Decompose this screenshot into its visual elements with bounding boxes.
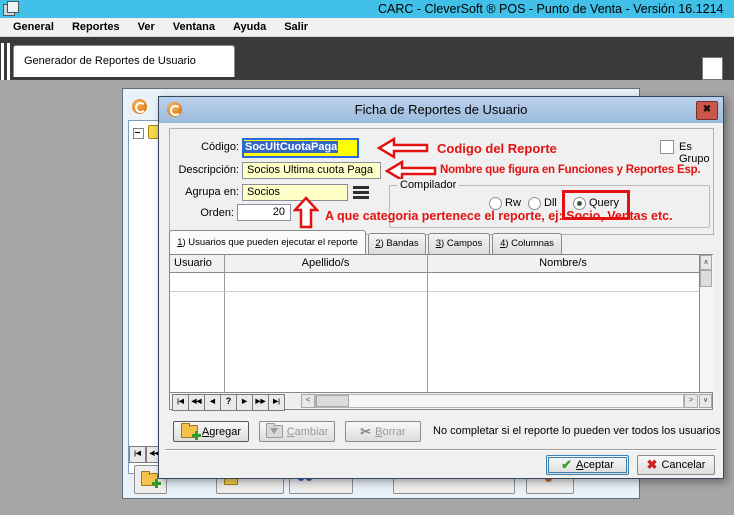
scroll-up-icon[interactable]: ∧ xyxy=(700,255,712,270)
selected-text: SocUltCuotaPaga xyxy=(244,141,338,153)
annotation-descripcion: Nombre que figura en Funciones y Reporte… xyxy=(440,164,700,176)
splitter-bar[interactable] xyxy=(7,43,10,80)
splitter-bar[interactable] xyxy=(1,43,4,80)
divider xyxy=(165,449,716,451)
nav-last-button[interactable]: ▶| xyxy=(268,394,285,411)
red-arrow-left-icon xyxy=(377,137,429,159)
users-hint-text: No completar si el reporte lo pueden ver… xyxy=(433,425,720,437)
radio-rw-label: Rw xyxy=(505,197,521,209)
app-window-icon xyxy=(3,1,18,15)
column-header-nombres[interactable]: Nombre/s xyxy=(427,255,699,273)
mdi-tab-band: Generador de Reportes de Usuario xyxy=(0,37,734,80)
grid-navigator-row: |◀ ◀◀ ◀ ? ▶ ▶▶ ▶| < > ∨ xyxy=(170,392,712,409)
tab-columnas[interactable]: 4) Columnas xyxy=(492,233,562,254)
mdi-tab-generador-reportes[interactable]: Generador de Reportes de Usuario xyxy=(13,45,235,77)
nav-prior-page-button[interactable]: ◀◀ xyxy=(188,394,205,411)
nav-prior-button[interactable]: ◀ xyxy=(204,394,221,411)
change-icon xyxy=(266,425,283,438)
scroll-left-icon[interactable]: < xyxy=(301,394,315,408)
nav-first-button[interactable]: |◀ xyxy=(172,394,189,411)
ficha-reportes-dialog: Ficha de Reportes de Usuario ✖ Código: S… xyxy=(158,96,724,479)
screen: CARC - CleverSoft ® POS - Punto de Venta… xyxy=(0,0,734,515)
row-divider xyxy=(170,291,699,292)
es-grupo-checkbox[interactable] xyxy=(660,140,674,154)
tab-usuarios[interactable]: 1) Usuarios que pueden ejecutar el repor… xyxy=(169,230,366,254)
column-divider xyxy=(427,255,428,392)
bg-nav-first-button[interactable]: |◀ xyxy=(129,446,146,463)
scroll-down-icon[interactable]: ∨ xyxy=(699,394,712,408)
menu-ayuda[interactable]: Ayuda xyxy=(224,20,275,34)
close-icon[interactable]: ✖ xyxy=(696,101,718,120)
agregar-button[interactable]: Agregar xyxy=(173,421,249,442)
users-grid[interactable]: Usuario Apellido/s Nombre/s ∧ |◀ ◀◀ ◀ ? … xyxy=(169,254,713,410)
borrar-button[interactable]: ✂ Borrar xyxy=(345,421,421,442)
red-arrow-up-icon xyxy=(293,196,319,229)
annotation-agrupa: A que categoria pertenece el reporte, ej… xyxy=(325,209,673,223)
scrollbar-thumb[interactable] xyxy=(316,395,349,407)
nav-next-button[interactable]: ▶ xyxy=(236,394,253,411)
menu-ver[interactable]: Ver xyxy=(129,20,164,34)
check-icon: ✔ xyxy=(561,457,572,473)
codigo-label: Código: xyxy=(169,141,239,153)
app-title: CARC - CleverSoft ® POS - Punto de Venta… xyxy=(378,2,724,16)
x-icon: ✖ xyxy=(647,457,658,473)
tab-bandas[interactable]: 2) Bandas xyxy=(368,233,426,254)
menu-reportes[interactable]: Reportes xyxy=(63,20,129,34)
main-titlebar: CARC - CleverSoft ® POS - Punto de Venta… xyxy=(0,0,734,18)
agrupa-label: Agrupa en: xyxy=(169,186,239,198)
menubar: General Reportes Ver Ventana Ayuda Salir xyxy=(0,18,734,37)
add-folder-icon xyxy=(181,425,198,438)
nav-next-page-button[interactable]: ▶▶ xyxy=(252,394,269,411)
aceptar-button[interactable]: ✔ Aceptar xyxy=(546,455,629,475)
column-header-usuario[interactable]: Usuario xyxy=(170,255,224,273)
menu-ventana[interactable]: Ventana xyxy=(164,20,224,34)
tree-collapse-icon[interactable] xyxy=(133,128,144,139)
scrollbar-thumb[interactable] xyxy=(700,270,712,287)
orden-input[interactable]: 20 xyxy=(237,204,291,221)
hamburger-menu-icon[interactable] xyxy=(353,186,369,199)
scroll-right-icon[interactable]: > xyxy=(684,394,698,408)
horizontal-scrollbar[interactable] xyxy=(315,394,684,408)
nav-help-button[interactable]: ? xyxy=(220,394,237,411)
compilador-legend: Compilador xyxy=(397,179,459,191)
column-header-apellidos[interactable]: Apellido/s xyxy=(224,255,427,273)
annotation-codigo: Codigo del Reporte xyxy=(437,141,557,156)
codigo-input[interactable]: SocUltCuotaPaga xyxy=(242,138,359,158)
radio-dll-label: Dll xyxy=(544,197,557,209)
cleversoft-logo-icon xyxy=(167,102,182,117)
cambiar-button[interactable]: Cambiar xyxy=(259,421,335,442)
tab-campos[interactable]: 3) Campos xyxy=(428,233,490,254)
scissors-icon: ✂ xyxy=(360,424,371,440)
menu-general[interactable]: General xyxy=(4,20,63,34)
es-grupo-label: Es Grupo xyxy=(679,141,723,165)
column-divider xyxy=(224,255,225,392)
menu-salir[interactable]: Salir xyxy=(275,20,317,34)
cleversoft-logo-icon xyxy=(132,99,147,114)
descripcion-input[interactable]: Socios Ultima cuota Paga xyxy=(242,162,381,179)
vertical-scrollbar[interactable]: ∧ xyxy=(699,255,713,392)
descripcion-label: Descripción: xyxy=(169,164,239,176)
dialog-titlebar: Ficha de Reportes de Usuario xyxy=(159,97,723,123)
orden-label: Orden: xyxy=(169,207,234,219)
cancelar-button[interactable]: ✖ Cancelar xyxy=(637,455,715,475)
band-blank-field xyxy=(702,57,723,80)
